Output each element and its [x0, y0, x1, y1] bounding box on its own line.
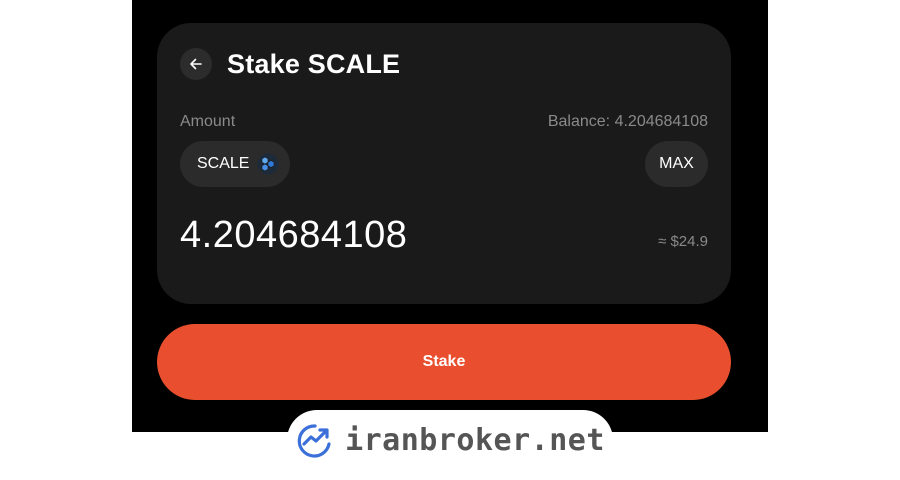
amount-label: Amount: [180, 113, 236, 130]
token-selector[interactable]: SCALE: [180, 141, 290, 187]
stake-button[interactable]: Stake: [157, 324, 731, 400]
stake-card: Stake SCALE Amount Balance: 4.204684108 …: [157, 23, 731, 304]
scale-token-icon: [257, 153, 279, 175]
watermark-text: iranbroker.net: [345, 422, 605, 458]
app-screen: Stake SCALE Amount Balance: 4.204684108 …: [132, 0, 768, 432]
usd-equivalent: ≈ $24.9: [658, 233, 708, 250]
balance-text: Balance: 4.204684108: [547, 113, 708, 130]
back-button[interactable]: [180, 48, 212, 80]
watermark-badge: iranbroker.net: [287, 410, 613, 480]
trend-chart-logo-icon: [297, 424, 331, 458]
page-title: Stake SCALE: [227, 49, 401, 79]
token-symbol: SCALE: [197, 155, 250, 172]
max-button[interactable]: MAX: [645, 141, 708, 187]
arrow-left-icon: [190, 58, 202, 70]
amount-input[interactable]: 4.204684108: [180, 212, 407, 258]
